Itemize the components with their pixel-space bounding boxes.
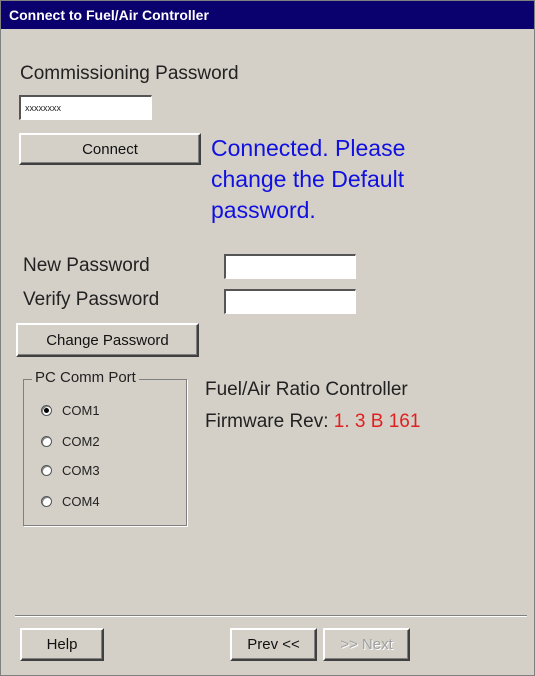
- title-bar: Connect to Fuel/Air Controller: [1, 1, 534, 29]
- commissioning-password-label: Commissioning Password: [20, 63, 239, 84]
- firmware-label: Firmware Rev:: [205, 411, 329, 432]
- new-password-field[interactable]: [224, 254, 356, 279]
- radio-button-icon[interactable]: [41, 495, 52, 507]
- radio-label: COM4: [62, 493, 100, 509]
- dialog-window: Connect to Fuel/Air Controller Commissio…: [0, 0, 535, 676]
- verify-password-field[interactable]: [224, 289, 356, 314]
- connect-button[interactable]: Connect: [19, 133, 201, 165]
- comm-port-legend: PC Comm Port: [32, 369, 139, 386]
- help-button[interactable]: Help: [20, 628, 104, 661]
- status-line: change the Default: [211, 166, 405, 192]
- next-button[interactable]: >> Next: [323, 628, 410, 661]
- radio-com1[interactable]: COM1: [41, 400, 100, 420]
- controller-name: Fuel/Air Ratio Controller: [205, 379, 408, 400]
- radio-selected-dot: [44, 407, 49, 413]
- prev-button[interactable]: Prev <<: [230, 628, 317, 661]
- window-title: Connect to Fuel/Air Controller: [9, 7, 209, 23]
- change-password-button[interactable]: Change Password: [16, 323, 199, 357]
- radio-button-icon[interactable]: [41, 404, 52, 416]
- comm-port-group: PC Comm Port COM1 COM2 COM3 COM4: [23, 369, 187, 526]
- firmware-revision: Firmware Rev: 1. 3 B 161: [205, 411, 420, 433]
- radio-label: COM2: [62, 433, 100, 449]
- radio-label: COM3: [62, 462, 100, 478]
- commissioning-password-field[interactable]: xxxxxxxx: [19, 95, 152, 120]
- connection-status-message: Connected. Please change the Default pas…: [211, 133, 511, 226]
- status-line: password.: [211, 197, 316, 223]
- radio-button-icon[interactable]: [41, 464, 52, 476]
- radio-com2[interactable]: COM2: [41, 431, 100, 451]
- radio-com3[interactable]: COM3: [41, 460, 100, 480]
- status-line: Connected. Please: [211, 135, 406, 161]
- firmware-value: 1. 3 B 161: [333, 411, 421, 432]
- radio-label: COM1: [62, 402, 100, 418]
- radio-button-icon[interactable]: [41, 435, 52, 447]
- footer-separator: [15, 615, 527, 617]
- radio-com4[interactable]: COM4: [41, 491, 100, 511]
- verify-password-label: Verify Password: [23, 289, 160, 310]
- new-password-label: New Password: [23, 255, 150, 276]
